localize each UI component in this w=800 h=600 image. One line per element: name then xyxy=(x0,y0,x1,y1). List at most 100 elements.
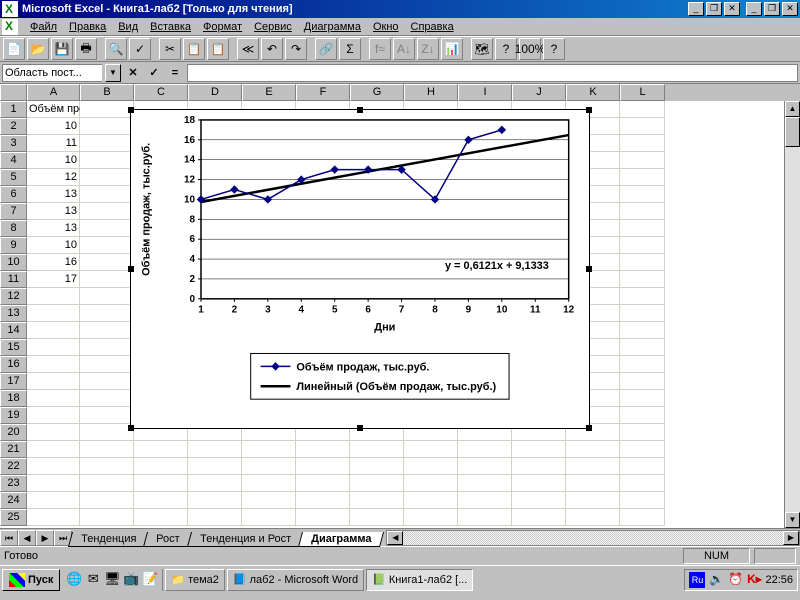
cell[interactable] xyxy=(620,101,665,118)
chart-handle[interactable] xyxy=(128,425,134,431)
row-header[interactable]: 2 xyxy=(0,118,27,135)
cell[interactable] xyxy=(350,509,404,526)
cell[interactable]: 13 xyxy=(27,203,80,220)
cell[interactable] xyxy=(80,407,134,424)
row-header[interactable]: 20 xyxy=(0,424,27,441)
cell[interactable] xyxy=(620,118,665,135)
clock-icon[interactable]: ⏰ xyxy=(727,572,743,588)
cell[interactable] xyxy=(620,475,665,492)
column-header[interactable]: E xyxy=(242,84,296,101)
cell[interactable] xyxy=(620,373,665,390)
cell[interactable] xyxy=(566,509,620,526)
cell[interactable] xyxy=(458,509,512,526)
toolbar-button[interactable]: 📂 xyxy=(27,38,49,60)
menu-help[interactable]: Справка xyxy=(405,21,460,33)
cell[interactable] xyxy=(512,458,566,475)
cell[interactable] xyxy=(242,441,296,458)
cell[interactable] xyxy=(188,475,242,492)
cell[interactable] xyxy=(80,356,134,373)
close-button[interactable]: ✕ xyxy=(782,2,798,16)
cell[interactable] xyxy=(134,492,188,509)
cell[interactable]: 11 xyxy=(27,135,80,152)
toolbar-button[interactable]: 📋 xyxy=(207,38,229,60)
horizontal-scrollbar[interactable]: ◀ ▶ xyxy=(386,530,800,546)
cell[interactable] xyxy=(80,169,134,186)
toolbar-button[interactable]: 📋 xyxy=(183,38,205,60)
row-header[interactable]: 8 xyxy=(0,220,27,237)
cell[interactable] xyxy=(620,186,665,203)
cell[interactable] xyxy=(188,492,242,509)
toolbar-button[interactable]: 📊 xyxy=(441,38,463,60)
cell[interactable] xyxy=(80,492,134,509)
menu-chart[interactable]: Диаграмма xyxy=(298,21,367,33)
cell[interactable] xyxy=(620,271,665,288)
menu-tools[interactable]: Сервис xyxy=(248,21,298,33)
cell[interactable]: 10 xyxy=(27,118,80,135)
toolbar-button[interactable]: ↶ xyxy=(261,38,283,60)
tab-first-button[interactable]: ⏮ xyxy=(0,530,18,546)
cell[interactable] xyxy=(188,509,242,526)
toolbar-button[interactable]: 🔗 xyxy=(315,38,337,60)
scroll-right-button[interactable]: ▶ xyxy=(783,531,799,545)
row-header[interactable]: 10 xyxy=(0,254,27,271)
chart-handle[interactable] xyxy=(128,266,134,272)
sheet-tab[interactable]: Рост xyxy=(143,532,193,547)
cell[interactable] xyxy=(458,475,512,492)
cell[interactable] xyxy=(512,492,566,509)
cell[interactable]: 13 xyxy=(27,220,80,237)
cell[interactable] xyxy=(188,458,242,475)
toolbar-button[interactable]: 💾 xyxy=(51,38,73,60)
column-header[interactable]: L xyxy=(620,84,665,101)
row-header[interactable]: 9 xyxy=(0,237,27,254)
quick-launch-icon[interactable]: 📝 xyxy=(141,571,159,589)
cell[interactable] xyxy=(80,254,134,271)
sheet-tab[interactable]: Диаграмма xyxy=(298,532,384,547)
cell[interactable] xyxy=(80,339,134,356)
toolbar-button[interactable]: f≈ xyxy=(369,38,391,60)
cell[interactable] xyxy=(620,288,665,305)
row-header[interactable]: 15 xyxy=(0,339,27,356)
cell[interactable] xyxy=(296,475,350,492)
cell[interactable] xyxy=(620,169,665,186)
toolbar-button[interactable]: ? xyxy=(543,38,565,60)
doc-minimize-button[interactable]: _ xyxy=(688,2,704,16)
menu-window[interactable]: Окно xyxy=(367,21,405,33)
column-header[interactable]: K xyxy=(566,84,620,101)
column-header[interactable]: I xyxy=(458,84,512,101)
vertical-scrollbar[interactable]: ▲ ▼ xyxy=(784,101,800,528)
sheet-tab[interactable]: Тенденция и Рост xyxy=(187,532,304,547)
cell[interactable] xyxy=(620,305,665,322)
chart-object[interactable]: 024681012141618123456789101112ДниОбъём п… xyxy=(130,109,590,429)
row-header[interactable]: 4 xyxy=(0,152,27,169)
cancel-formula-icon[interactable]: ✕ xyxy=(124,66,142,79)
cell[interactable] xyxy=(296,458,350,475)
quick-launch-icon[interactable]: 🌐 xyxy=(65,571,83,589)
cell[interactable]: 16 xyxy=(27,254,80,271)
menu-insert[interactable]: Вставка xyxy=(144,21,197,33)
row-header[interactable]: 16 xyxy=(0,356,27,373)
row-header[interactable]: 7 xyxy=(0,203,27,220)
cell[interactable] xyxy=(80,441,134,458)
column-header[interactable]: F xyxy=(296,84,350,101)
sheet-tab[interactable]: Тенденция xyxy=(68,532,149,547)
name-box[interactable]: Область пост... xyxy=(2,64,102,82)
cell[interactable] xyxy=(27,441,80,458)
cell[interactable] xyxy=(80,118,134,135)
column-header[interactable]: G xyxy=(350,84,404,101)
column-header[interactable]: D xyxy=(188,84,242,101)
row-header[interactable]: 3 xyxy=(0,135,27,152)
toolbar-button[interactable]: ✓ xyxy=(129,38,151,60)
row-header[interactable]: 12 xyxy=(0,288,27,305)
cell[interactable] xyxy=(566,492,620,509)
chart-handle[interactable] xyxy=(586,266,592,272)
toolbar-button[interactable]: A↓ xyxy=(393,38,415,60)
cell[interactable] xyxy=(350,441,404,458)
volume-icon[interactable]: 🔊 xyxy=(708,572,724,588)
scroll-up-button[interactable]: ▲ xyxy=(785,101,800,117)
cell[interactable] xyxy=(80,203,134,220)
cell[interactable] xyxy=(80,152,134,169)
cell[interactable] xyxy=(296,492,350,509)
lang-icon[interactable]: Ru xyxy=(689,572,705,588)
chart-handle[interactable] xyxy=(586,425,592,431)
row-header[interactable]: 18 xyxy=(0,390,27,407)
